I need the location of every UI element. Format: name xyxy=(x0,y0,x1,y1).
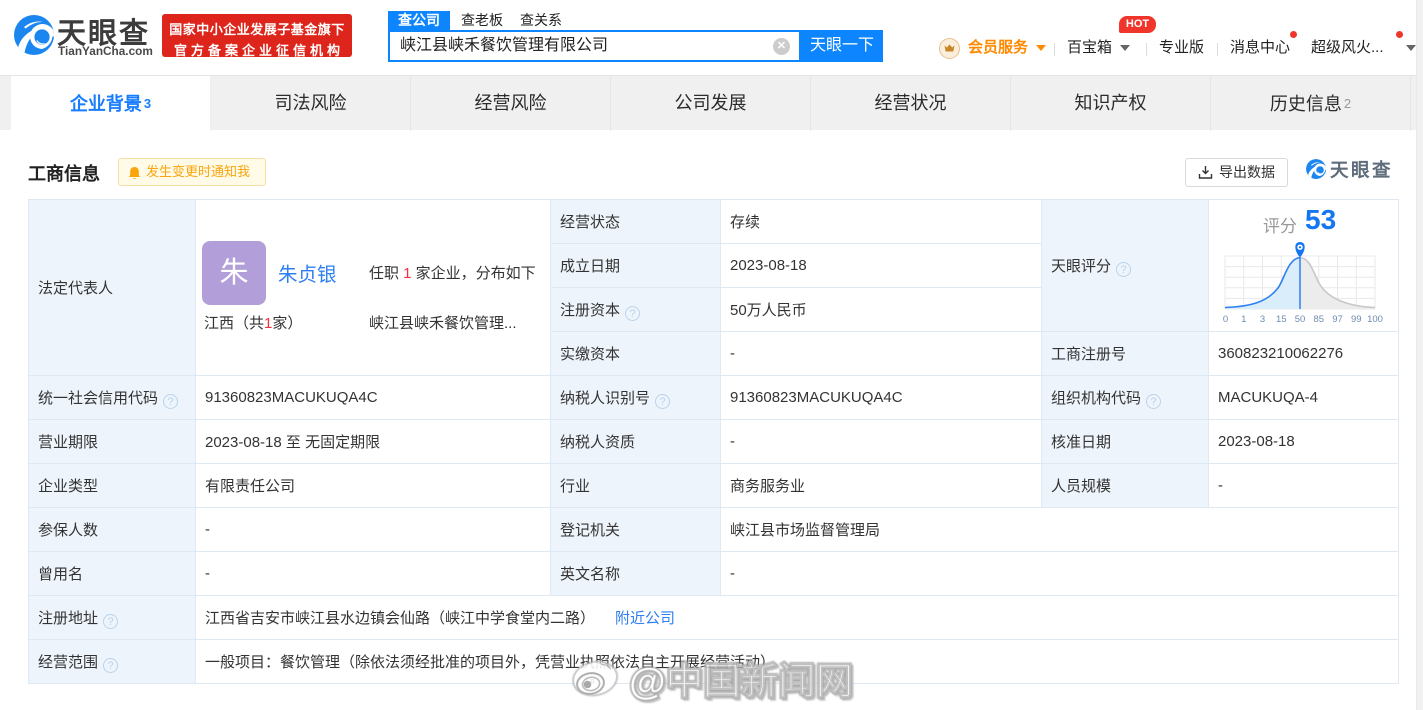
svg-text:15: 15 xyxy=(1276,314,1287,325)
svg-text:0: 0 xyxy=(1223,314,1228,325)
svg-text:100: 100 xyxy=(1367,314,1383,325)
svg-text:97: 97 xyxy=(1332,314,1343,325)
svg-text:85: 85 xyxy=(1313,314,1324,325)
svg-text:50: 50 xyxy=(1295,314,1306,325)
svg-text:@中国新闻网: @中国新闻网 xyxy=(629,660,853,702)
svg-text:天眼查: 天眼查 xyxy=(1330,160,1393,181)
svg-text:99: 99 xyxy=(1351,314,1362,325)
svg-text:3: 3 xyxy=(1260,314,1265,325)
svg-text:1: 1 xyxy=(1241,314,1246,325)
